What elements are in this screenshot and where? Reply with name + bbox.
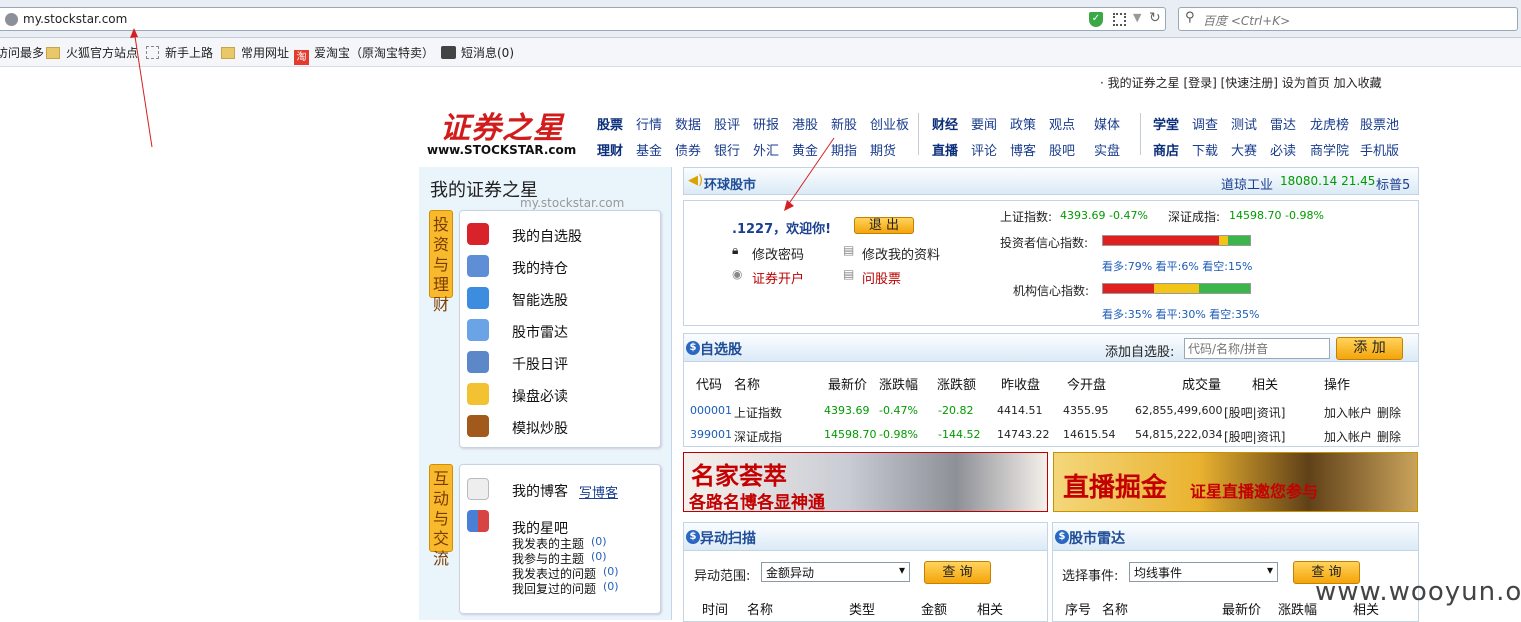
nav-tools-1[interactable]: 调查 <box>1192 114 1218 133</box>
nav-news-row2-1[interactable]: 评论 <box>971 140 997 159</box>
nav-tools-5[interactable]: 股票池 <box>1360 114 1399 133</box>
annotation-arrow-line <box>133 29 153 148</box>
annotation-arrowhead <box>784 200 794 211</box>
nav-tools-row2-3[interactable]: 必读 <box>1270 140 1296 159</box>
nav-tools-row2-2[interactable]: 大赛 <box>1231 140 1257 159</box>
nav-item-row2-1[interactable]: 基金 <box>636 140 662 159</box>
nav-news-row2-2[interactable]: 博客 <box>1010 140 1036 159</box>
nav-item-row2-4[interactable]: 外汇 <box>753 140 779 159</box>
nav-news-3[interactable]: 观点 <box>1049 114 1075 133</box>
nav-news-1[interactable]: 要闻 <box>971 114 997 133</box>
nav-news-2[interactable]: 政策 <box>1010 114 1036 133</box>
nav-item-5[interactable]: 港股 <box>792 114 818 133</box>
nav-item-4[interactable]: 研报 <box>753 114 779 133</box>
wooyun-watermark: www.wooyun.org <box>1315 577 1521 607</box>
nav-item-2[interactable]: 数据 <box>675 114 701 133</box>
nav-tools-row2-1[interactable]: 下载 <box>1192 140 1218 159</box>
nav-tools-3[interactable]: 雷达 <box>1270 114 1296 133</box>
nav-item-row2-2[interactable]: 债券 <box>675 140 701 159</box>
nav-item-row2-6[interactable]: 期指 <box>831 140 857 159</box>
nav-item-row2-3[interactable]: 银行 <box>714 140 740 159</box>
nav-tools-row2-4[interactable]: 商学院 <box>1310 140 1349 159</box>
nav-news-4[interactable]: 媒体 <box>1094 114 1120 133</box>
nav-item-1[interactable]: 行情 <box>636 114 662 133</box>
nav-news-row2-4[interactable]: 实盘 <box>1094 140 1120 159</box>
nav-news-row2-3[interactable]: 股吧 <box>1049 140 1075 159</box>
nav-tools-4[interactable]: 龙虎榜 <box>1310 114 1349 133</box>
annotation-arrows <box>130 28 835 211</box>
annotation-arrowhead <box>130 28 138 38</box>
nav-tools-row2-0[interactable]: 商店 <box>1153 140 1179 159</box>
nav-tools-0[interactable]: 学堂 <box>1153 114 1179 133</box>
nav-item-row2-5[interactable]: 黄金 <box>792 140 818 159</box>
nav-item-3[interactable]: 股评 <box>714 114 740 133</box>
nav-tools-2[interactable]: 测试 <box>1231 114 1257 133</box>
nav-news-0[interactable]: 财经 <box>932 114 958 133</box>
nav-item-row2-7[interactable]: 期货 <box>870 140 896 159</box>
nav-item-6[interactable]: 新股 <box>831 114 857 133</box>
nav-item-row2-0[interactable]: 理财 <box>597 140 623 159</box>
nav-tools-row2-5[interactable]: 手机版 <box>1360 140 1399 159</box>
nav-news-row2-0[interactable]: 直播 <box>932 140 958 159</box>
nav-item-7[interactable]: 创业板 <box>870 114 909 133</box>
nav-item-0[interactable]: 股票 <box>597 114 623 133</box>
